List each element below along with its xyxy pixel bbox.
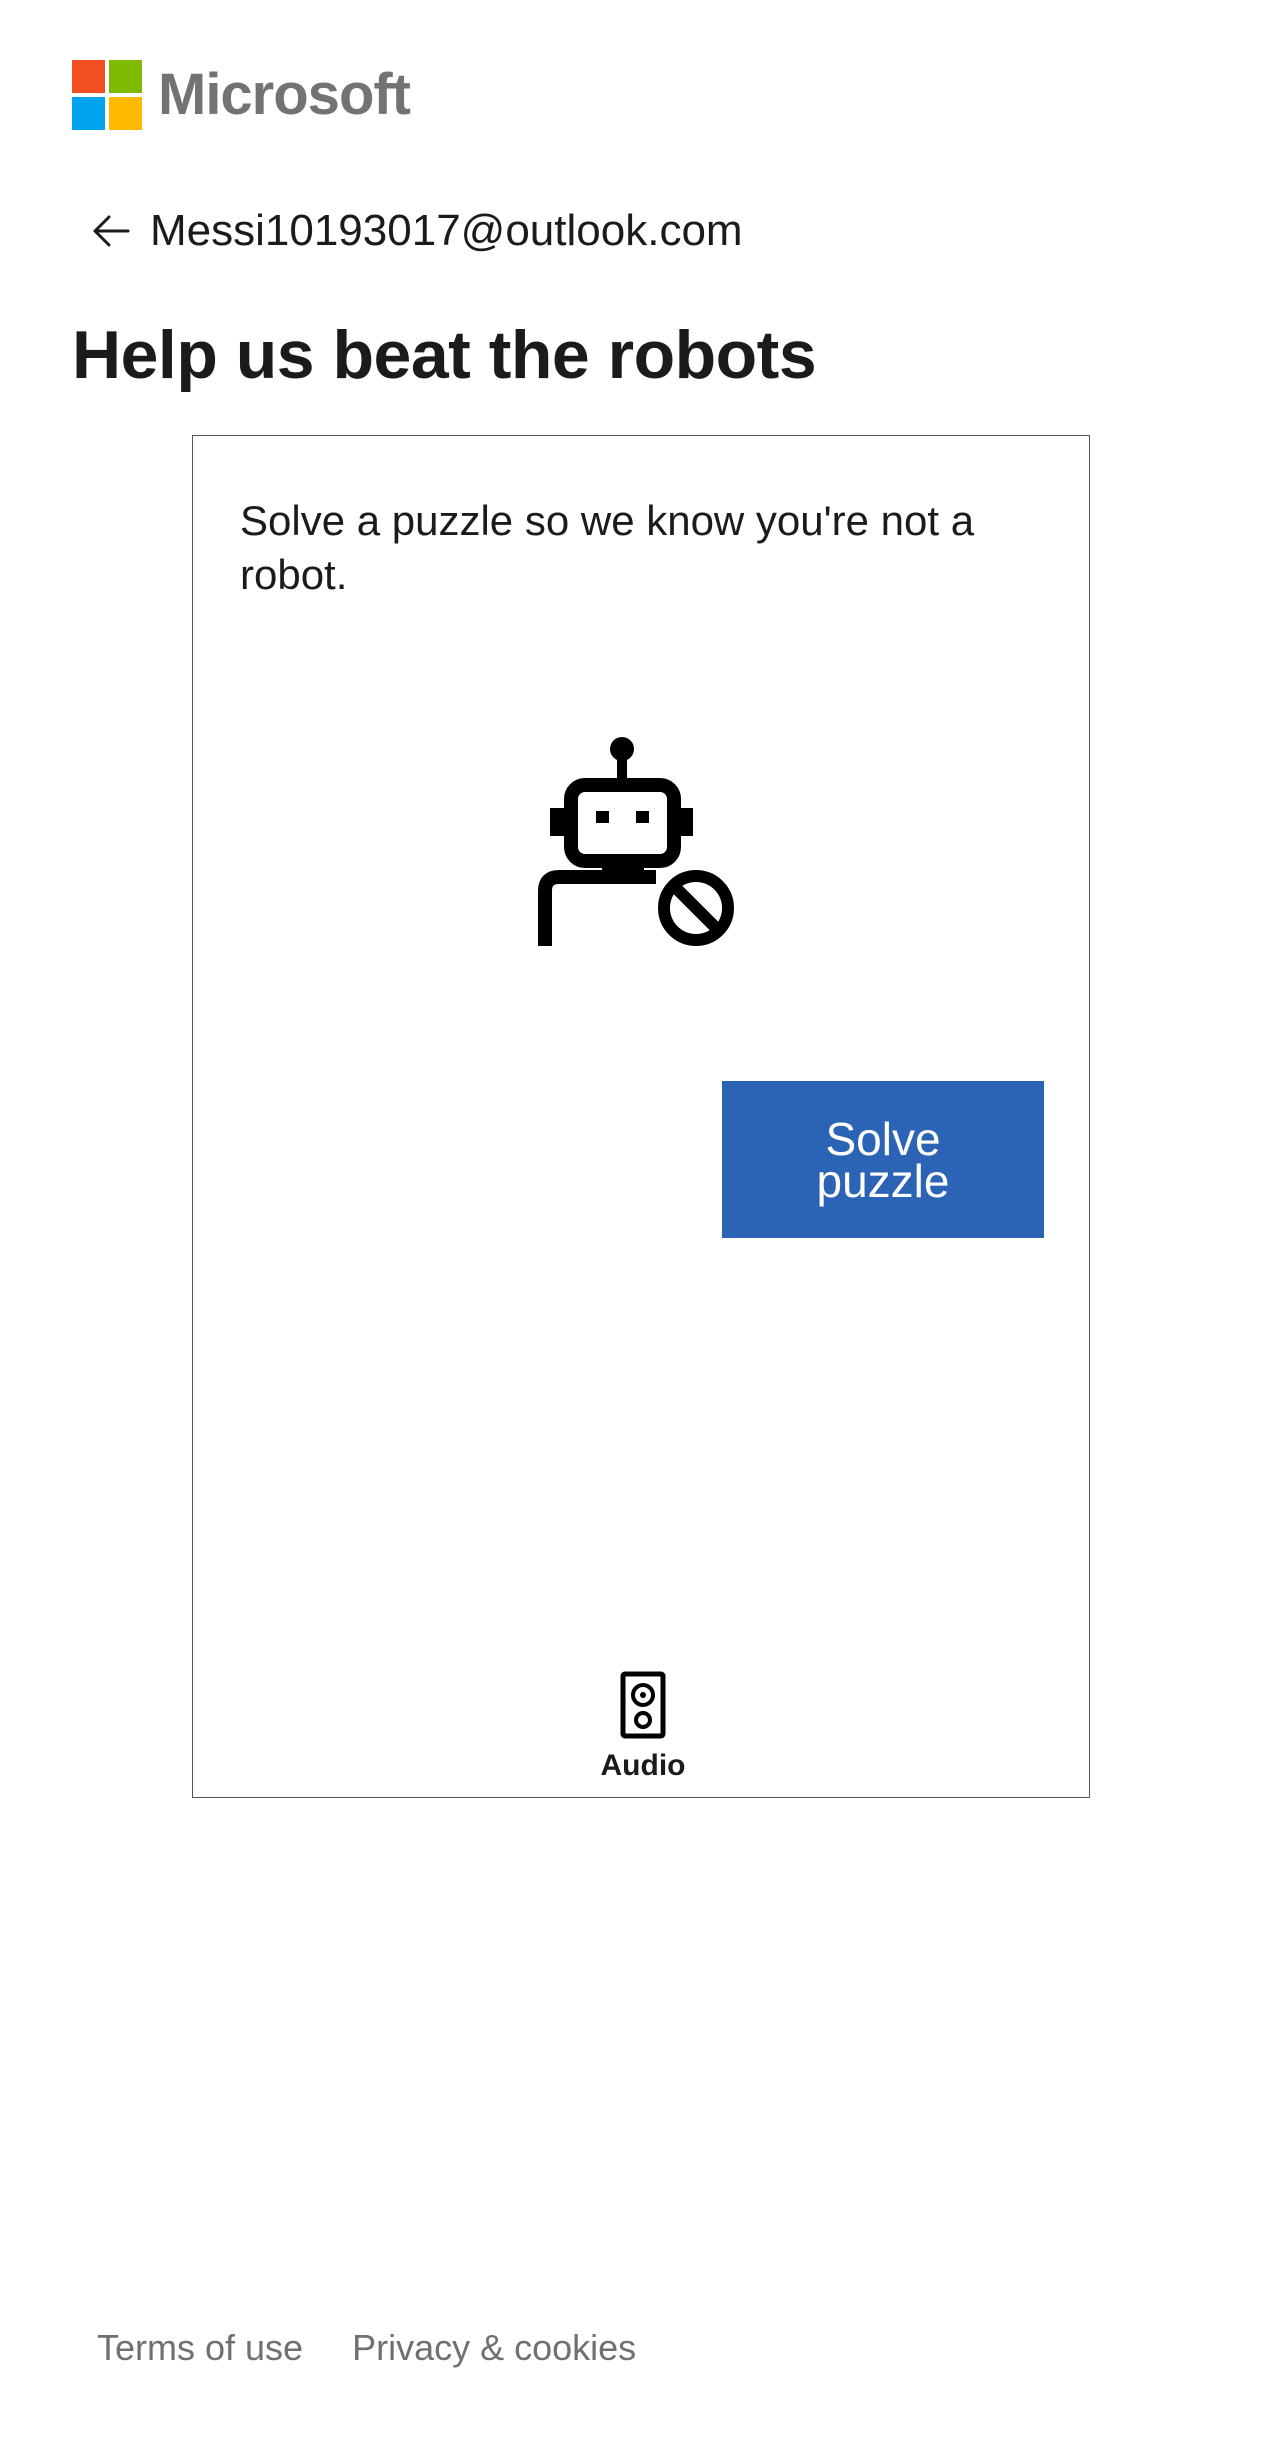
- logo-square-green: [109, 60, 142, 93]
- terms-of-use-link[interactable]: Terms of use: [97, 2325, 303, 2371]
- identity-banner: Messi10193017@outlook.com: [86, 200, 743, 262]
- robot-blocked-icon: [538, 737, 734, 946]
- logo-square-yellow: [109, 97, 142, 130]
- audio-label: Audio: [600, 1749, 686, 1782]
- page-title: Help us beat the robots: [72, 317, 817, 393]
- privacy-cookies-link[interactable]: Privacy & cookies: [352, 2325, 636, 2371]
- speaker-icon: [620, 1671, 666, 1739]
- solve-puzzle-button[interactable]: Solve puzzle: [722, 1081, 1044, 1238]
- audio-option-button[interactable]: Audio: [573, 1671, 713, 1786]
- logo-square-blue: [72, 97, 105, 130]
- footer: Terms of use Privacy & cookies: [97, 2325, 636, 2371]
- microsoft-logo: Microsoft: [72, 60, 411, 130]
- identity-email: Messi10193017@outlook.com: [150, 206, 743, 255]
- back-button[interactable]: [86, 206, 136, 256]
- puzzle-frame: Solve a puzzle so we know you're not a r…: [192, 435, 1090, 1798]
- microsoft-logo-squares: [72, 60, 142, 130]
- arrow-left-icon: [93, 215, 130, 247]
- puzzle-instructions: Solve a puzzle so we know you're not a r…: [240, 497, 975, 598]
- logo-square-red: [72, 60, 105, 93]
- brand-name: Microsoft: [158, 62, 411, 127]
